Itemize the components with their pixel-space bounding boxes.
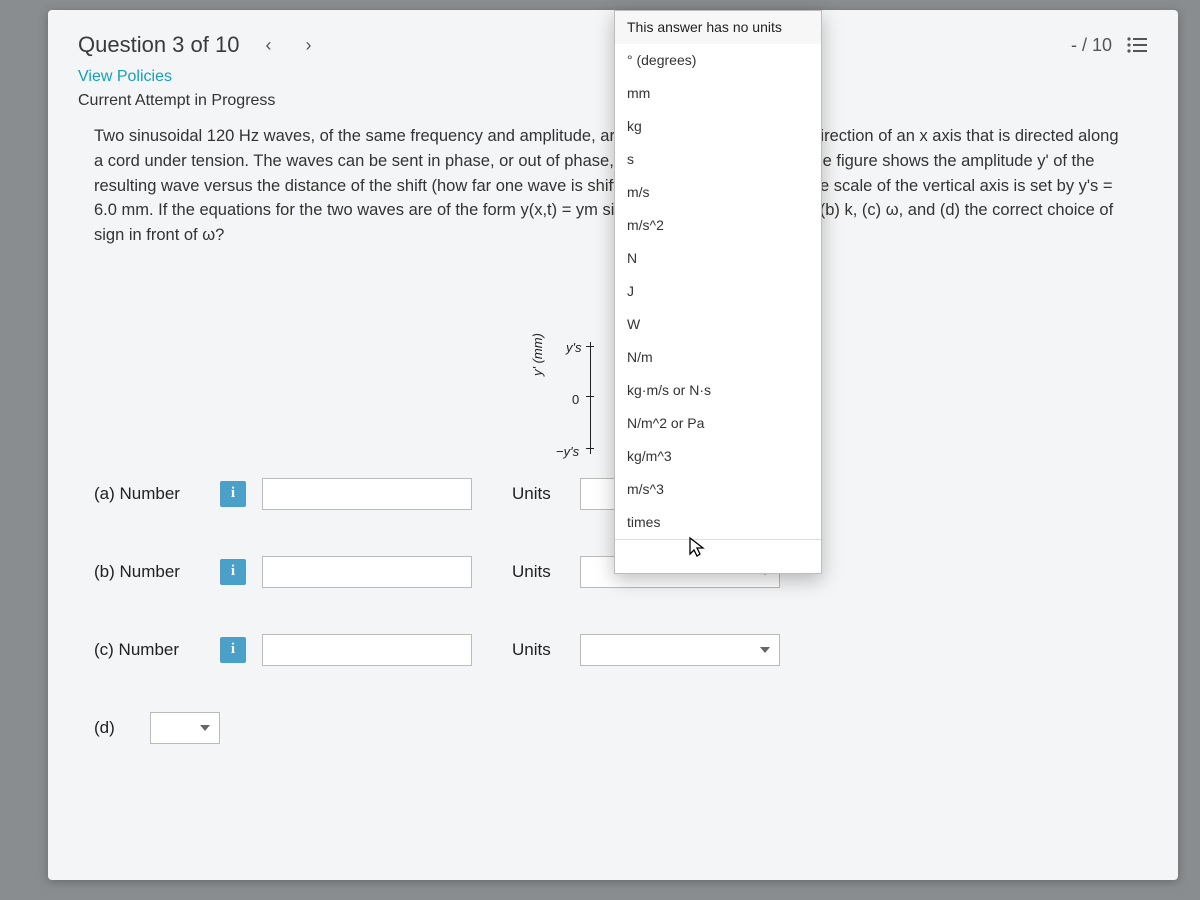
score-group: - / 10 [1071, 35, 1148, 56]
units-option[interactable]: J [615, 275, 821, 308]
y-axis-label: y' (mm) [530, 333, 545, 376]
units-option[interactable]: m/s^2 [615, 209, 821, 242]
units-label-c: Units [512, 640, 564, 660]
info-icon[interactable]: i [220, 637, 246, 663]
axis-tick [586, 396, 594, 397]
answer-section: (a) Number i Units (b) Number i Units (c… [48, 478, 1178, 744]
part-c-units-select[interactable] [580, 634, 780, 666]
units-option[interactable]: N [615, 242, 821, 275]
next-question-button[interactable]: › [297, 33, 319, 58]
units-option[interactable]: W [615, 308, 821, 341]
part-a-label: (a) Number [94, 484, 204, 504]
part-a-number-input[interactable] [262, 478, 472, 510]
units-label-b: Units [512, 562, 564, 582]
attempt-status: Current Attempt in Progress [48, 92, 1178, 124]
answer-row-b: (b) Number i Units [94, 556, 1132, 588]
answer-row-a: (a) Number i Units [94, 478, 1132, 510]
y-axis-tick-top: y's [566, 340, 581, 355]
part-d-label: (d) [94, 718, 134, 738]
units-select-displayed-blank[interactable] [615, 539, 821, 573]
units-option[interactable]: s [615, 143, 821, 176]
units-option[interactable]: kg/m^3 [615, 440, 821, 473]
view-policies-link[interactable]: View Policies [48, 66, 1178, 92]
units-option[interactable]: m/s^3 [615, 473, 821, 506]
question-list-icon[interactable] [1126, 36, 1148, 54]
header-row: Question 3 of 10 ‹ › - / 10 [48, 10, 1178, 66]
axis-tick [586, 448, 594, 449]
problem-text: Two sinusoidal 120 Hz waves, of the same… [48, 124, 1178, 248]
y-axis-line [590, 342, 591, 454]
part-b-number-input[interactable] [262, 556, 472, 588]
part-c-number-input[interactable] [262, 634, 472, 666]
y-axis-tick-bot: −y's [556, 444, 579, 459]
units-option[interactable]: This answer has no units [615, 11, 821, 44]
units-option[interactable]: ° (degrees) [615, 44, 821, 77]
info-icon[interactable]: i [220, 481, 246, 507]
score-text: - / 10 [1071, 35, 1112, 56]
units-option[interactable]: N/m^2 or Pa [615, 407, 821, 440]
units-option[interactable]: m/s [615, 176, 821, 209]
prev-question-button[interactable]: ‹ [257, 33, 279, 58]
answer-row-d: (d) [94, 712, 1132, 744]
units-option[interactable]: N/m [615, 341, 821, 374]
mouse-cursor-icon [688, 536, 706, 563]
question-title-group: Question 3 of 10 ‹ › [78, 32, 319, 58]
axis-tick [586, 346, 594, 347]
info-icon[interactable]: i [220, 559, 246, 585]
units-dropdown-open: This answer has no units ° (degrees) mm … [614, 10, 822, 574]
part-c-label: (c) Number [94, 640, 204, 660]
assessment-page: Question 3 of 10 ‹ › - / 10 View Policie… [48, 10, 1178, 880]
question-title: Question 3 of 10 [78, 32, 239, 58]
part-d-sign-select[interactable] [150, 712, 220, 744]
units-label-a: Units [512, 484, 564, 504]
units-option[interactable]: times [615, 506, 821, 539]
answer-row-c: (c) Number i Units [94, 634, 1132, 666]
y-axis-tick-mid: 0 [572, 392, 579, 407]
units-option[interactable]: mm [615, 77, 821, 110]
part-b-label: (b) Number [94, 562, 204, 582]
units-option[interactable]: kg·m/s or N·s [615, 374, 821, 407]
units-option[interactable]: kg [615, 110, 821, 143]
